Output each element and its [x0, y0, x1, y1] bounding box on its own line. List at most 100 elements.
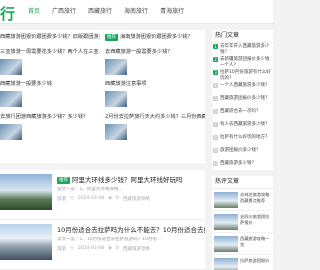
hot-article-item[interactable]: 1 去年年开入西藏旅游多少钱？	[212, 43, 273, 56]
recommended-box: 热评文章 去林芝旅游攻略西藏景点推荐 去四川旅游团拉萨报价 西藏旅游攻略一览 拉…	[212, 176, 273, 270]
author: 旅游	[57, 247, 66, 252]
grid-card[interactable]: 三亚旅游一周需要花多少钱？两个人在三亚...	[0, 47, 100, 77]
hot-article-item[interactable]: 4 一个人西藏旅游多少钱？	[212, 82, 273, 95]
article-list: 推荐 阿里大环线多少钱？阿里大环线好玩吗 常文一览：1、阿里大环线攻略... 旅游…	[0, 170, 205, 270]
hot-article-link[interactable]: 旅游团报价多少钱？	[220, 148, 261, 153]
nav-item-xizang[interactable]: 西藏旅行	[82, 0, 118, 24]
article-title[interactable]: 阿里大环线多少钱？阿里大环线好玩吗	[72, 176, 183, 184]
hot-article-item[interactable]: 3 拉萨10月份旅游有什么好玩的？	[212, 69, 273, 82]
recommended-link[interactable]: 去四川旅游团拉萨报价	[240, 214, 273, 230]
main-nav: 首页 广西旅行 西藏旅行 海南旅行 青海旅行	[22, 0, 190, 24]
article-meta: 旅游 ◷ 2024-03-08 ◉ 0 西藏旅游攻略	[57, 246, 150, 252]
grid-card-thumbnail[interactable]	[105, 124, 127, 140]
recommended-thumbnail[interactable]	[214, 236, 238, 252]
sidebar: 热门文章 1 去年年开入西藏旅游多少钱？ 2 去新疆旅游团报价多少钱一个人？ 3 拉萨…	[212, 30, 273, 270]
recommend-tag: 推荐	[105, 34, 118, 41]
hot-article-link[interactable]: 去新疆旅游团报价多少钱一个人？	[220, 57, 270, 68]
clock-icon: ◷	[70, 196, 74, 201]
grid-card-title[interactable]: 去西藏旅游一般需要多少钱？	[105, 47, 205, 57]
hot-article-item[interactable]: 2 去新疆旅游团报价多少钱一个人？	[212, 56, 273, 69]
recommended-item[interactable]: 去林芝旅游攻略西藏景点推荐	[212, 189, 273, 211]
grid-card-title[interactable]: 三亚旅游一周需要花多少钱？两个人在三亚...	[0, 47, 100, 57]
top-bar: 行 首页 广西旅行 西藏旅行 海南旅行 青海旅行	[0, 0, 273, 24]
grid-card-thumbnail[interactable]	[0, 91, 22, 107]
rank-badge: 6	[213, 109, 218, 114]
recommended-item[interactable]: 拉萨旅游团报价	[212, 255, 273, 270]
grid-card-thumbnail[interactable]	[0, 59, 22, 75]
grid-card-thumbnail[interactable]	[105, 91, 127, 107]
hot-article-link[interactable]: 西藏旅游团报价多少钱？	[220, 96, 270, 101]
clock-icon: ◷	[70, 246, 74, 251]
recommended-link[interactable]: 西藏旅游攻略一览	[240, 236, 273, 252]
grid-card-title[interactable]: 西藏旅游注意事项	[105, 79, 205, 89]
recommended-item[interactable]: 西藏旅游攻略一览	[212, 233, 273, 255]
grid-card-thumbnail[interactable]	[105, 59, 127, 75]
grid-card[interactable]: 去西藏旅游一般需要多少钱？	[105, 47, 205, 77]
date: 2024-03-08	[77, 246, 105, 251]
article-grid: 西藏旅游团报价跟团费多少钱？旧版跟团游多少钱？ 推荐海南旅游团报价跟团费多少钱？…	[0, 30, 205, 163]
hot-article-item[interactable]: 7 有人去西藏旅游多少钱？	[212, 121, 273, 134]
hot-articles-box: 热门文章 1 去年年开入西藏旅游多少钱？ 2 去新疆旅游团报价多少钱一个人？ 3 拉萨…	[212, 30, 273, 170]
rank-badge: 10	[213, 161, 219, 166]
hot-article-item[interactable]: 8 拉萨有什么好玩的地方？	[212, 134, 273, 147]
recommended-thumbnail[interactable]	[214, 258, 238, 270]
article-title-row[interactable]: 推荐 阿里大环线多少钱？阿里大环线好玩吗	[57, 176, 205, 185]
category[interactable]: 西藏旅游攻略	[123, 246, 150, 252]
grid-card-title[interactable]: 2月份去拉萨旅行天大约多少钱？三月份西藏...	[105, 112, 205, 122]
article-title[interactable]: 10月份适合去拉萨吗为什么不能去？10月份适合去拉萨吗	[57, 226, 205, 235]
list-item[interactable]: 10月份适合去拉萨吗为什么不能去？10月份适合去拉萨吗 常文一览：1、10月份适…	[0, 220, 205, 270]
hot-article-link[interactable]: 拉萨10月份旅游有什么好玩的？	[220, 70, 271, 81]
hot-articles-title: 热门文章	[212, 30, 273, 43]
nav-item-guangxi[interactable]: 广西旅行	[46, 0, 82, 24]
rank-badge: 9	[213, 148, 218, 153]
hot-article-item[interactable]: 6 西藏适合去一次吗？	[212, 108, 273, 121]
grid-card-title[interactable]: 西藏旅游一般要多少钱	[0, 79, 100, 89]
recommended-link[interactable]: 去林芝旅游攻略西藏景点推荐	[240, 192, 273, 208]
grid-card-title-row[interactable]: 推荐 海南旅游团报价跟团费多少钱？	[105, 32, 205, 42]
grid-card[interactable]: 去旅行团游西藏旅游多少钱？多少钱？	[0, 112, 100, 142]
list-item[interactable]: 推荐 阿里大环线多少钱？阿里大环线好玩吗 常文一览：1、阿里大环线攻略... 旅游…	[0, 170, 205, 220]
hot-articles-list: 1 去年年开入西藏旅游多少钱？ 2 去新疆旅游团报价多少钱一个人？ 3 拉萨10月份旅…	[212, 43, 273, 173]
eye-icon: ◉	[108, 246, 113, 251]
grid-card[interactable]: 西藏旅游注意事项	[105, 79, 205, 109]
hot-article-link[interactable]: 一个人西藏旅游多少钱？	[220, 83, 270, 88]
views: 0	[116, 196, 119, 201]
eye-icon: ◉	[108, 196, 113, 201]
site-logo[interactable]: 行	[0, 3, 15, 24]
article-thumbnail[interactable]	[0, 224, 52, 260]
grid-card-thumbnail[interactable]	[0, 124, 22, 140]
hot-article-item[interactable]: 9 旅游团报价多少钱？	[212, 147, 273, 160]
hot-article-link[interactable]: 西藏旅游多少钱？	[220, 161, 256, 166]
hot-article-link[interactable]: 有人去西藏旅游多少钱？	[220, 122, 270, 127]
rank-badge: 8	[213, 135, 218, 140]
recommended-thumbnail[interactable]	[214, 192, 238, 208]
grid-card-title[interactable]: 西藏旅游团报价跟团费多少钱？旧版跟团游多少钱？	[0, 32, 100, 42]
main-column: 西藏旅游团报价跟团费多少钱？旧版跟团游多少钱？ 推荐海南旅游团报价跟团费多少钱？…	[0, 30, 205, 270]
rank-badge: 2	[213, 57, 218, 62]
hot-article-item[interactable]: 5 西藏旅游团报价多少钱？	[212, 95, 273, 108]
recommended-link[interactable]: 拉萨旅游团报价	[240, 258, 273, 270]
hot-article-link[interactable]: 西藏适合去一次吗？	[220, 109, 261, 114]
hot-article-link[interactable]: 去年年开入西藏旅游多少钱？	[220, 44, 270, 55]
recommended-thumbnail[interactable]	[214, 214, 238, 230]
rank-badge: 7	[213, 122, 218, 127]
rank-badge: 3	[213, 70, 218, 75]
grid-card-title[interactable]: 去旅行团游西藏旅游多少钱？多少钱？	[0, 112, 100, 122]
grid-card-title[interactable]: 海南旅游团报价跟团费多少钱？	[120, 34, 193, 40]
nav-item-home[interactable]: 首页	[22, 0, 46, 24]
grid-card[interactable]: 2月份去拉萨旅行天大约多少钱？三月份西藏...	[105, 112, 205, 142]
hot-article-item[interactable]: 10 西藏旅游多少钱？	[212, 160, 273, 173]
author: 旅游	[57, 197, 66, 202]
recommended-item[interactable]: 去四川旅游团拉萨报价	[212, 211, 273, 233]
date: 2024-03-08	[77, 196, 105, 201]
rank-badge: 4	[213, 83, 218, 88]
category[interactable]: 西藏旅游攻略	[123, 196, 150, 202]
hot-article-link[interactable]: 拉萨有什么好玩的地方？	[220, 135, 270, 140]
grid-card[interactable]: 西藏旅游一般要多少钱	[0, 79, 100, 109]
rank-badge: 1	[213, 44, 218, 49]
article-meta: 旅游 ◷ 2024-03-08 ◉ 0 西藏旅游攻略	[57, 196, 150, 202]
article-thumbnail[interactable]	[0, 174, 52, 210]
nav-item-qinghai[interactable]: 青海旅行	[154, 0, 190, 24]
nav-item-hainan[interactable]: 海南旅行	[118, 0, 154, 24]
recommend-tag: 推荐	[57, 177, 70, 184]
